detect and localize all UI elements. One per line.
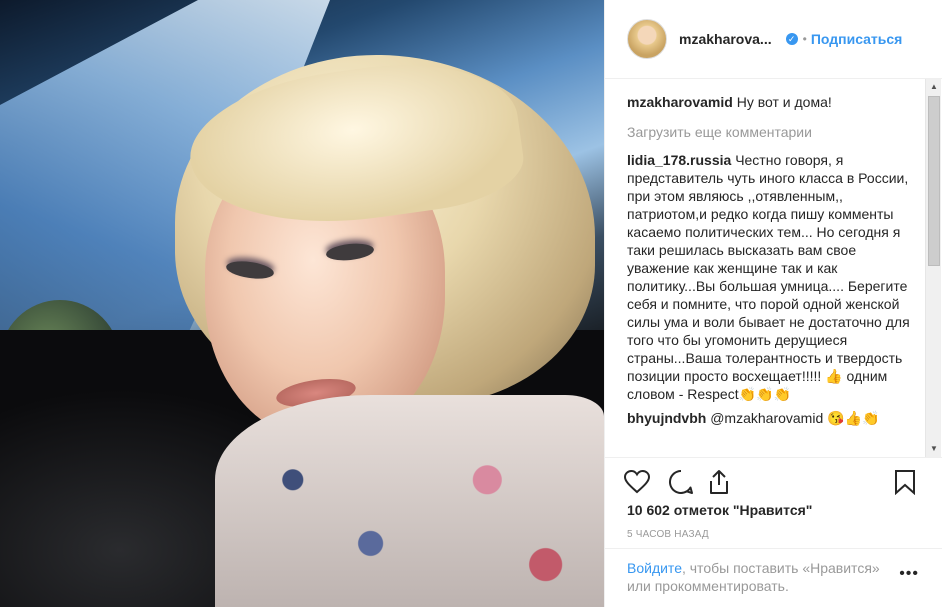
comment-text: @mzakharovamid 😘👍👏 (710, 410, 880, 426)
post-header: mzakharova... ✓ • Подписаться (605, 0, 942, 79)
bookmark-icon (895, 470, 915, 495)
comments-scrollbar[interactable]: ▲ ▼ (925, 79, 941, 457)
scroll-up-arrow-icon[interactable]: ▲ (926, 79, 942, 95)
share-icon (710, 470, 728, 494)
login-link[interactable]: Войдите (627, 560, 682, 576)
comments-list[interactable]: mzakharovamid Ну вот и дома! Загрузить е… (605, 79, 927, 457)
share-button[interactable] (705, 468, 733, 496)
save-bookmark-button[interactable] (891, 468, 919, 496)
caption-username[interactable]: mzakharovamid (627, 94, 733, 110)
follow-button[interactable]: Подписаться (811, 31, 903, 47)
post-actions (605, 457, 942, 501)
likes-count[interactable]: 10 602 отметок "Нравится" (627, 502, 812, 518)
post-timestamp[interactable]: 5 ЧАСОВ НАЗАД (627, 529, 709, 540)
verified-badge-icon: ✓ (785, 33, 798, 45)
comment-button[interactable] (667, 468, 695, 496)
heart-icon (624, 470, 650, 494)
like-button[interactable] (623, 468, 651, 496)
more-options-icon[interactable]: ••• (899, 565, 919, 583)
post-sidebar: mzakharova... ✓ • Подписаться mzakharova… (604, 0, 942, 607)
login-prompt: Войдите, чтобы поставить «Нравится» или … (605, 548, 942, 607)
comment-text: Честно говоря, я представитель чуть иног… (627, 152, 910, 402)
load-more-comments-button[interactable]: Загрузить еще комментарии (627, 123, 917, 141)
caption-text: Ну вот и дома! (736, 94, 832, 110)
comment-username[interactable]: lidia_178.russia (627, 152, 731, 168)
speech-bubble-icon (669, 469, 693, 494)
post-caption: mzakharovamid Ну вот и дома! (627, 93, 917, 111)
comment-item: lidia_178.russia Честно говоря, я предст… (627, 151, 917, 403)
header-username[interactable]: mzakharova... (679, 31, 772, 47)
photo-floral-blouse (215, 395, 604, 607)
header-separator: • (802, 32, 807, 46)
scrollbar-thumb[interactable] (928, 96, 940, 266)
comment-username[interactable]: bhyujndvbh (627, 410, 706, 426)
comment-item: bhyujndvbh @mzakharovamid 😘👍👏 (627, 409, 917, 427)
avatar[interactable] (627, 19, 667, 59)
post-photo (0, 0, 604, 607)
scroll-down-arrow-icon[interactable]: ▼ (926, 441, 942, 457)
